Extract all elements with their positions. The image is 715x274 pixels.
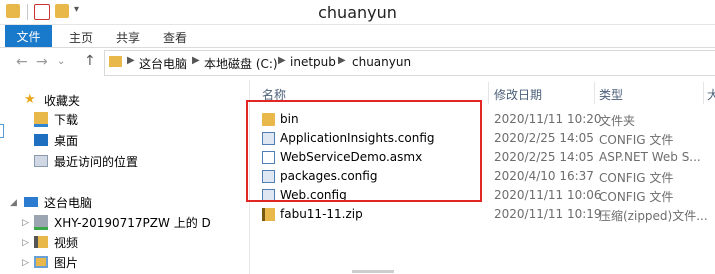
breadcrumb-separator-icon[interactable]: ▶ [127, 55, 135, 66]
file-type: 压缩(zipped)文件... [599, 209, 708, 223]
nav-item-recent[interactable]: 最近访问的位置 [34, 152, 138, 170]
up-arrow-icon[interactable]: ↑ [84, 53, 96, 69]
file-date: 2020/2/25 14:05 [494, 131, 594, 145]
highlight-annotation-box [246, 100, 482, 202]
ribbon-tabs [0, 25, 715, 48]
nav-item-label: 视频 [54, 235, 79, 250]
file-type: CONFIG 文件 [599, 133, 674, 147]
nav-item-downloads[interactable]: 下载 [34, 110, 78, 128]
address-folder-icon [109, 56, 122, 67]
nav-favorites[interactable]: ★ 收藏夹 [24, 91, 80, 109]
nav-item-label: XHY-20190717PZW 上的 D [54, 215, 211, 230]
file-date: 2020/2/25 14:05 [494, 150, 594, 164]
pictures-folder-icon [34, 256, 48, 268]
nav-item-label: 图片 [54, 255, 79, 270]
recent-places-icon [34, 155, 48, 167]
forward-arrow-icon[interactable]: → [36, 54, 48, 70]
nav-favorites-label: 收藏夹 [44, 93, 81, 108]
file-date: 2020/11/11 10:06 [494, 188, 602, 202]
expand-network-drive-chevron-icon[interactable]: ▷ [22, 218, 29, 228]
column-header-date[interactable]: 修改日期 [494, 86, 542, 103]
file-name: fabu11-11.zip [280, 207, 363, 221]
back-arrow-icon[interactable]: ← [16, 54, 28, 70]
breadcrumb-inetpub[interactable]: inetpub [290, 55, 336, 69]
breadcrumb-chuanyun[interactable]: chuanyun [352, 55, 411, 69]
downloads-folder-icon [34, 111, 48, 127]
column-header-size[interactable]: 大 [707, 86, 715, 103]
pane-resize-handle[interactable] [0, 124, 4, 138]
nav-item-network-drive[interactable]: XHY-20190717PZW 上的 D [34, 213, 211, 231]
horizontal-scrollbar-thumb[interactable] [352, 270, 394, 273]
nav-item-desktop[interactable]: 桌面 [34, 131, 78, 149]
file-row[interactable]: fabu11-11.zip 2020/11/11 10:19 压缩(zipped… [258, 205, 715, 224]
column-header-type[interactable]: 类型 [599, 86, 623, 103]
tab-view[interactable]: 查看 [163, 29, 187, 46]
recent-locations-chevron-icon[interactable]: ⌄ [57, 56, 65, 67]
column-divider[interactable] [488, 82, 489, 104]
tab-home[interactable]: 主页 [69, 29, 93, 46]
column-divider[interactable] [703, 82, 704, 104]
expand-pictures-chevron-icon[interactable]: ▷ [22, 258, 29, 268]
nav-item-pictures[interactable]: 图片 [34, 253, 78, 271]
file-type: CONFIG 文件 [599, 190, 674, 204]
file-type: 文件夹 [599, 114, 636, 128]
star-icon: ★ [24, 92, 36, 107]
network-drive-icon [34, 214, 48, 230]
nav-this-pc[interactable]: 这台电脑 [24, 193, 92, 211]
nav-item-videos[interactable]: 视频 [34, 233, 78, 251]
breadcrumb-local-disk[interactable]: 本地磁盘 (C:) [204, 55, 278, 72]
breadcrumb-separator-icon[interactable]: ▶ [278, 55, 286, 66]
file-date: 2020/11/11 10:20 [494, 112, 602, 126]
nav-item-label: 下载 [54, 112, 79, 127]
expand-videos-chevron-icon[interactable]: ▷ [22, 238, 29, 248]
nav-this-pc-label: 这台电脑 [44, 195, 93, 210]
file-type: CONFIG 文件 [599, 171, 674, 185]
column-divider[interactable] [594, 82, 595, 104]
breadcrumb-separator-icon[interactable]: ▶ [338, 55, 346, 66]
tab-share[interactable]: 共享 [116, 29, 140, 46]
desktop-icon [34, 134, 48, 146]
expand-this-pc-chevron-icon[interactable]: ◢ [10, 198, 17, 208]
videos-folder-icon [34, 236, 48, 248]
file-date: 2020/4/10 16:37 [494, 169, 594, 183]
window-title: chuanyun [318, 3, 397, 22]
file-type: ASP.NET Web S... [599, 150, 701, 164]
nav-item-label: 最近访问的位置 [54, 154, 139, 169]
tab-file[interactable]: 文件 [5, 25, 52, 47]
computer-icon [24, 197, 38, 207]
breadcrumb-this-pc[interactable]: 这台电脑 [139, 55, 187, 72]
nav-item-label: 桌面 [54, 133, 79, 148]
file-date: 2020/11/11 10:19 [494, 207, 602, 221]
breadcrumb-separator-icon[interactable]: ▶ [192, 55, 200, 66]
zip-folder-icon [262, 208, 275, 221]
